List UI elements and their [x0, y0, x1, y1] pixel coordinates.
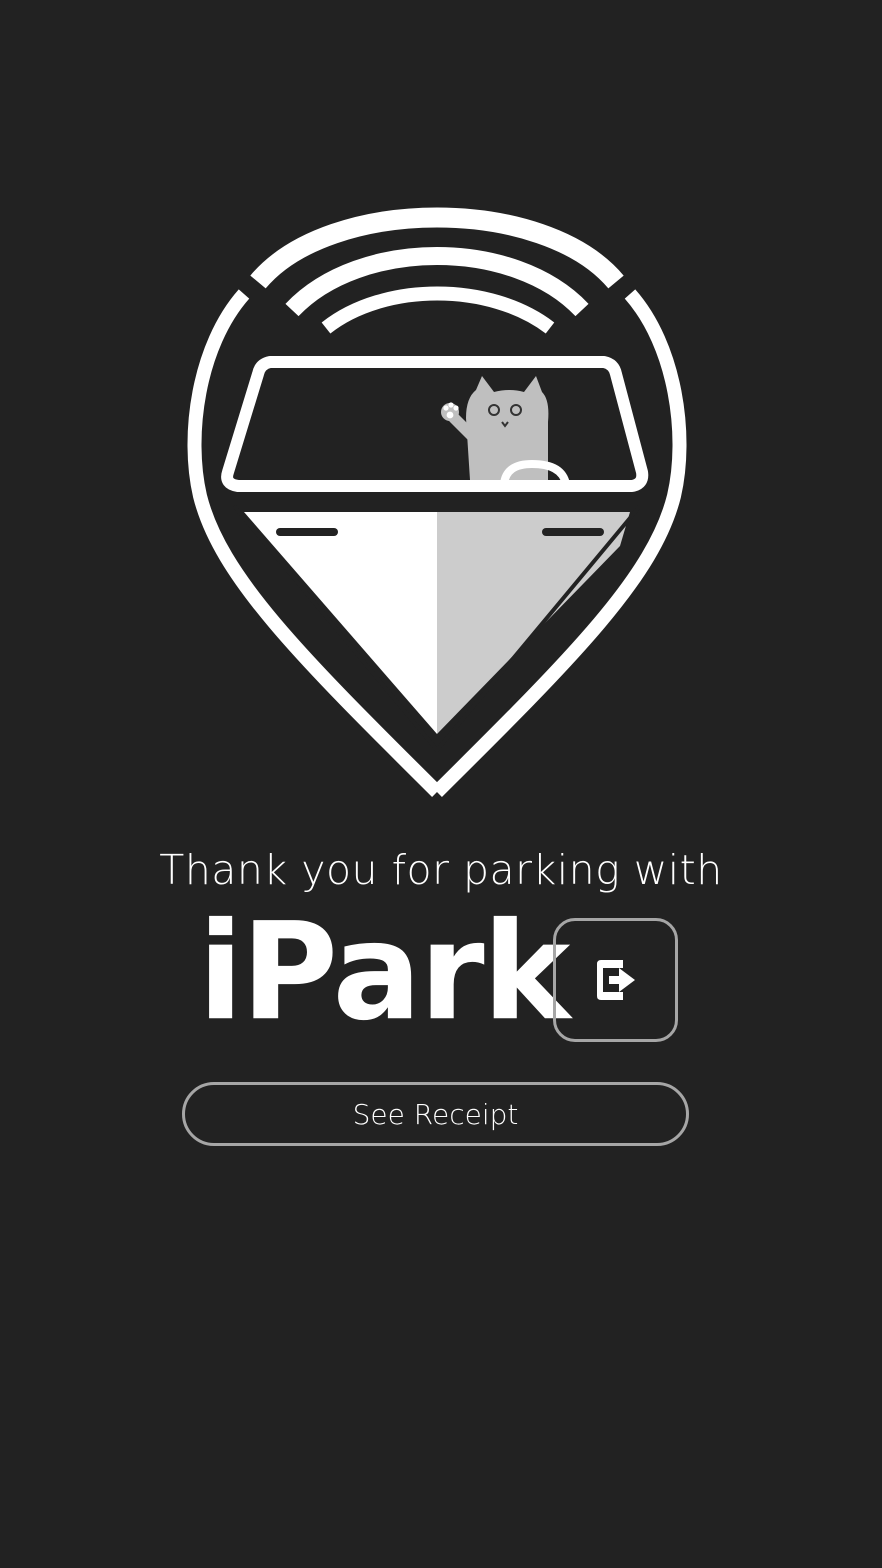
thank-you-message: Thank you for parking with	[159, 846, 723, 894]
signal-arc-inner	[321, 286, 555, 334]
see-receipt-label: See Receipt	[352, 1097, 519, 1131]
ipark-logo	[187, 207, 687, 797]
brand-name: iPark	[198, 893, 570, 1051]
see-receipt-button[interactable]: See Receipt	[182, 1082, 689, 1146]
car-windshield	[221, 356, 649, 492]
logout-icon	[596, 960, 635, 1000]
signal-arc-middle	[285, 247, 589, 317]
logout-button[interactable]	[553, 918, 678, 1042]
headlight-left	[276, 528, 338, 536]
headlight-right	[542, 528, 604, 536]
